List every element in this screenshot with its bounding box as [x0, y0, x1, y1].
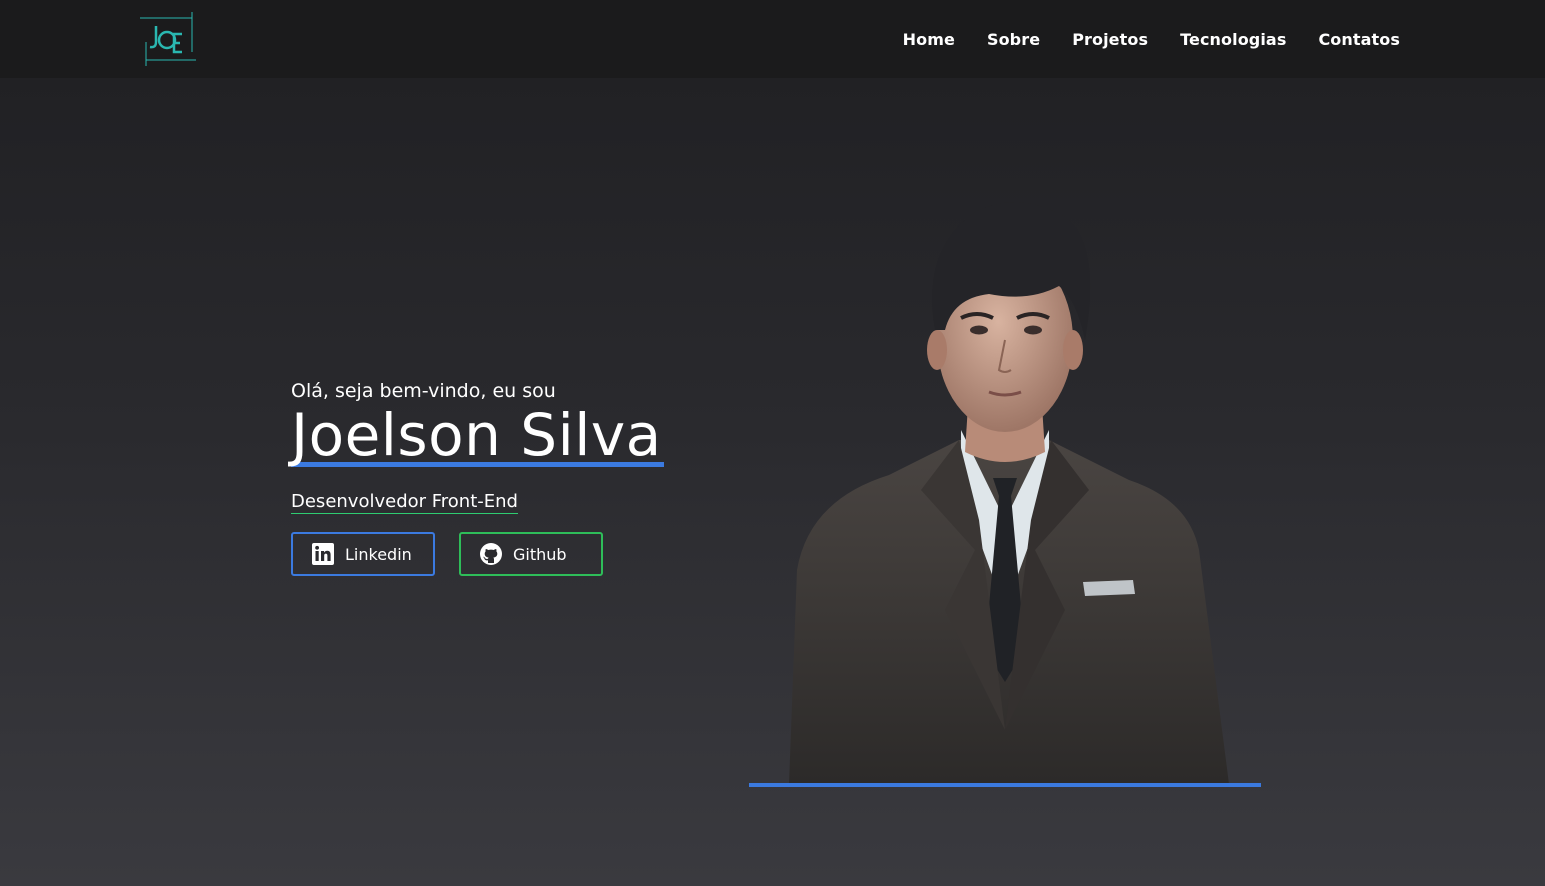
- linkedin-button[interactable]: Linkedin: [291, 532, 435, 576]
- hero-name: Joelson Silva: [291, 401, 662, 469]
- hero-role: Desenvolvedor Front-End: [291, 491, 518, 514]
- github-button[interactable]: Github: [459, 532, 603, 576]
- hero-intro: Olá, seja bem-vindo, eu sou Joelson Silv…: [291, 378, 751, 576]
- social-buttons: Linkedin Github: [291, 532, 751, 576]
- nav-projetos[interactable]: Projetos: [1072, 30, 1148, 49]
- hero-name-wrap: Joelson Silva: [291, 406, 664, 467]
- github-icon: [480, 543, 502, 565]
- profile-portrait: [749, 190, 1261, 784]
- nav-tecnologias[interactable]: Tecnologias: [1180, 30, 1286, 49]
- github-label: Github: [513, 544, 567, 564]
- linkedin-icon: [312, 543, 334, 565]
- logo-icon: [140, 12, 196, 66]
- nav-contatos[interactable]: Contatos: [1318, 30, 1400, 49]
- linkedin-label: Linkedin: [345, 544, 412, 564]
- logo[interactable]: [140, 12, 196, 66]
- nav-home[interactable]: Home: [903, 30, 955, 49]
- portrait-underline: [749, 783, 1261, 787]
- nav-sobre[interactable]: Sobre: [987, 30, 1040, 49]
- site-header: Home Sobre Projetos Tecnologias Contatos: [0, 0, 1545, 78]
- main-nav: Home Sobre Projetos Tecnologias Contatos: [903, 0, 1400, 78]
- portrait-illustration: [789, 202, 1229, 784]
